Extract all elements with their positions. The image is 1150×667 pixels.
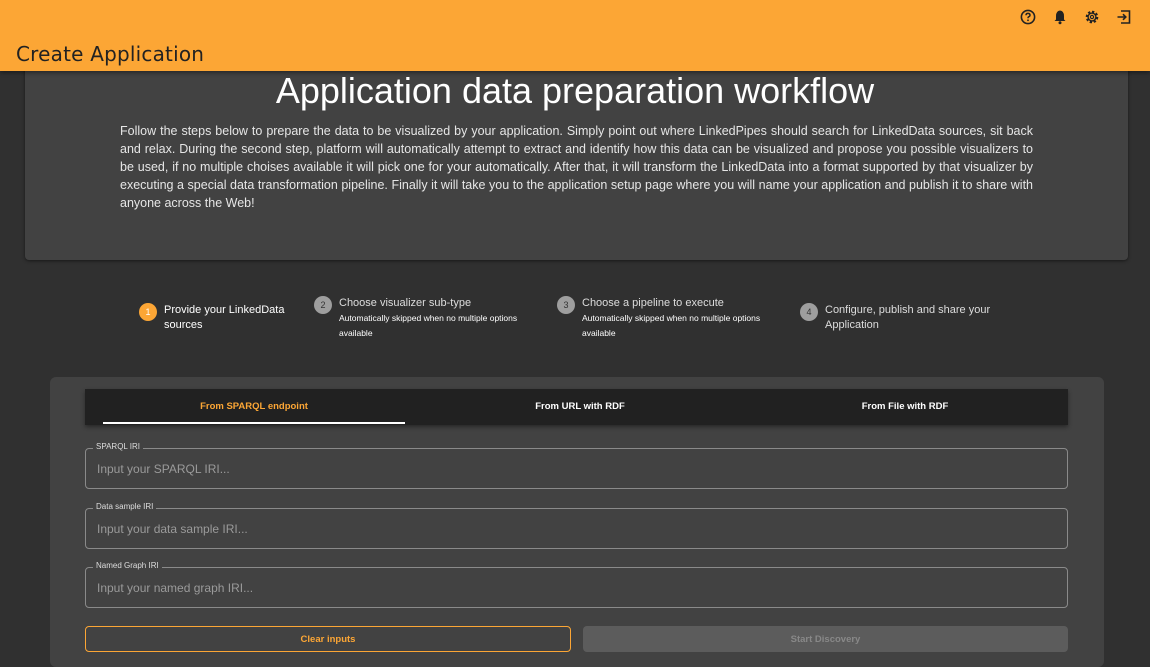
- step-3-number: 3: [557, 296, 575, 314]
- sparql-iri-label: SPARQL IRI: [93, 442, 144, 451]
- help-circle-icon[interactable]: [1016, 8, 1040, 26]
- step-4[interactable]: 4 Configure, publish and share your Appl…: [800, 303, 1000, 333]
- page-title: Create Application: [16, 42, 205, 66]
- appbar-actions: [1016, 8, 1136, 26]
- step-1-label: Provide your LinkedData sources: [164, 304, 285, 331]
- workflow-title: Application data preparation workflow: [275, 70, 875, 111]
- step-2[interactable]: 2 Choose visualizer sub-type Automatical…: [314, 296, 539, 341]
- tab-url-with-rdf[interactable]: From URL with RDF: [415, 389, 745, 425]
- app-bar: Create Application: [0, 0, 1150, 71]
- tab-file-with-rdf[interactable]: From File with RDF: [745, 389, 1065, 425]
- workflow-description: Follow the steps below to prepare the da…: [120, 124, 1033, 210]
- step-2-label: Choose visualizer sub-type: [339, 297, 472, 309]
- stepper: 1 Provide your LinkedData sources 2 Choo…: [0, 290, 1150, 340]
- active-tab-indicator: [103, 422, 405, 424]
- bell-icon[interactable]: [1048, 8, 1072, 26]
- start-discovery-button[interactable]: Start Discovery: [583, 626, 1068, 652]
- logout-icon[interactable]: [1112, 8, 1136, 26]
- step-2-sublabel: Automatically skipped when no multiple o…: [339, 313, 518, 338]
- data-sample-iri-label: Data sample IRI: [93, 502, 157, 511]
- clear-inputs-button[interactable]: Clear inputs: [85, 626, 571, 652]
- step-3-label: Choose a pipeline to execute: [582, 297, 724, 309]
- step-1-number: 1: [139, 303, 157, 321]
- data-sample-iri-input[interactable]: [95, 519, 1049, 539]
- step-2-number: 2: [314, 296, 332, 314]
- data-sample-iri-field: Data sample IRI: [85, 502, 1068, 549]
- source-tabs: From SPARQL endpoint From URL with RDF F…: [85, 389, 1068, 425]
- step-4-label: Configure, publish and share your Applic…: [825, 304, 991, 331]
- step-3[interactable]: 3 Choose a pipeline to execute Automatic…: [557, 296, 782, 341]
- sparql-iri-input[interactable]: [95, 459, 1049, 479]
- named-graph-iri-label: Named Graph IRI: [93, 561, 162, 570]
- sparql-iri-field: SPARQL IRI: [85, 442, 1068, 489]
- step-1[interactable]: 1 Provide your LinkedData sources: [139, 303, 289, 333]
- step-4-number: 4: [800, 303, 818, 321]
- tab-sparql-endpoint[interactable]: From SPARQL endpoint: [103, 389, 405, 425]
- named-graph-iri-field: Named Graph IRI: [85, 561, 1068, 608]
- named-graph-iri-input[interactable]: [95, 578, 1049, 598]
- gear-icon[interactable]: [1080, 8, 1104, 26]
- step-3-sublabel: Automatically skipped when no multiple o…: [582, 313, 761, 338]
